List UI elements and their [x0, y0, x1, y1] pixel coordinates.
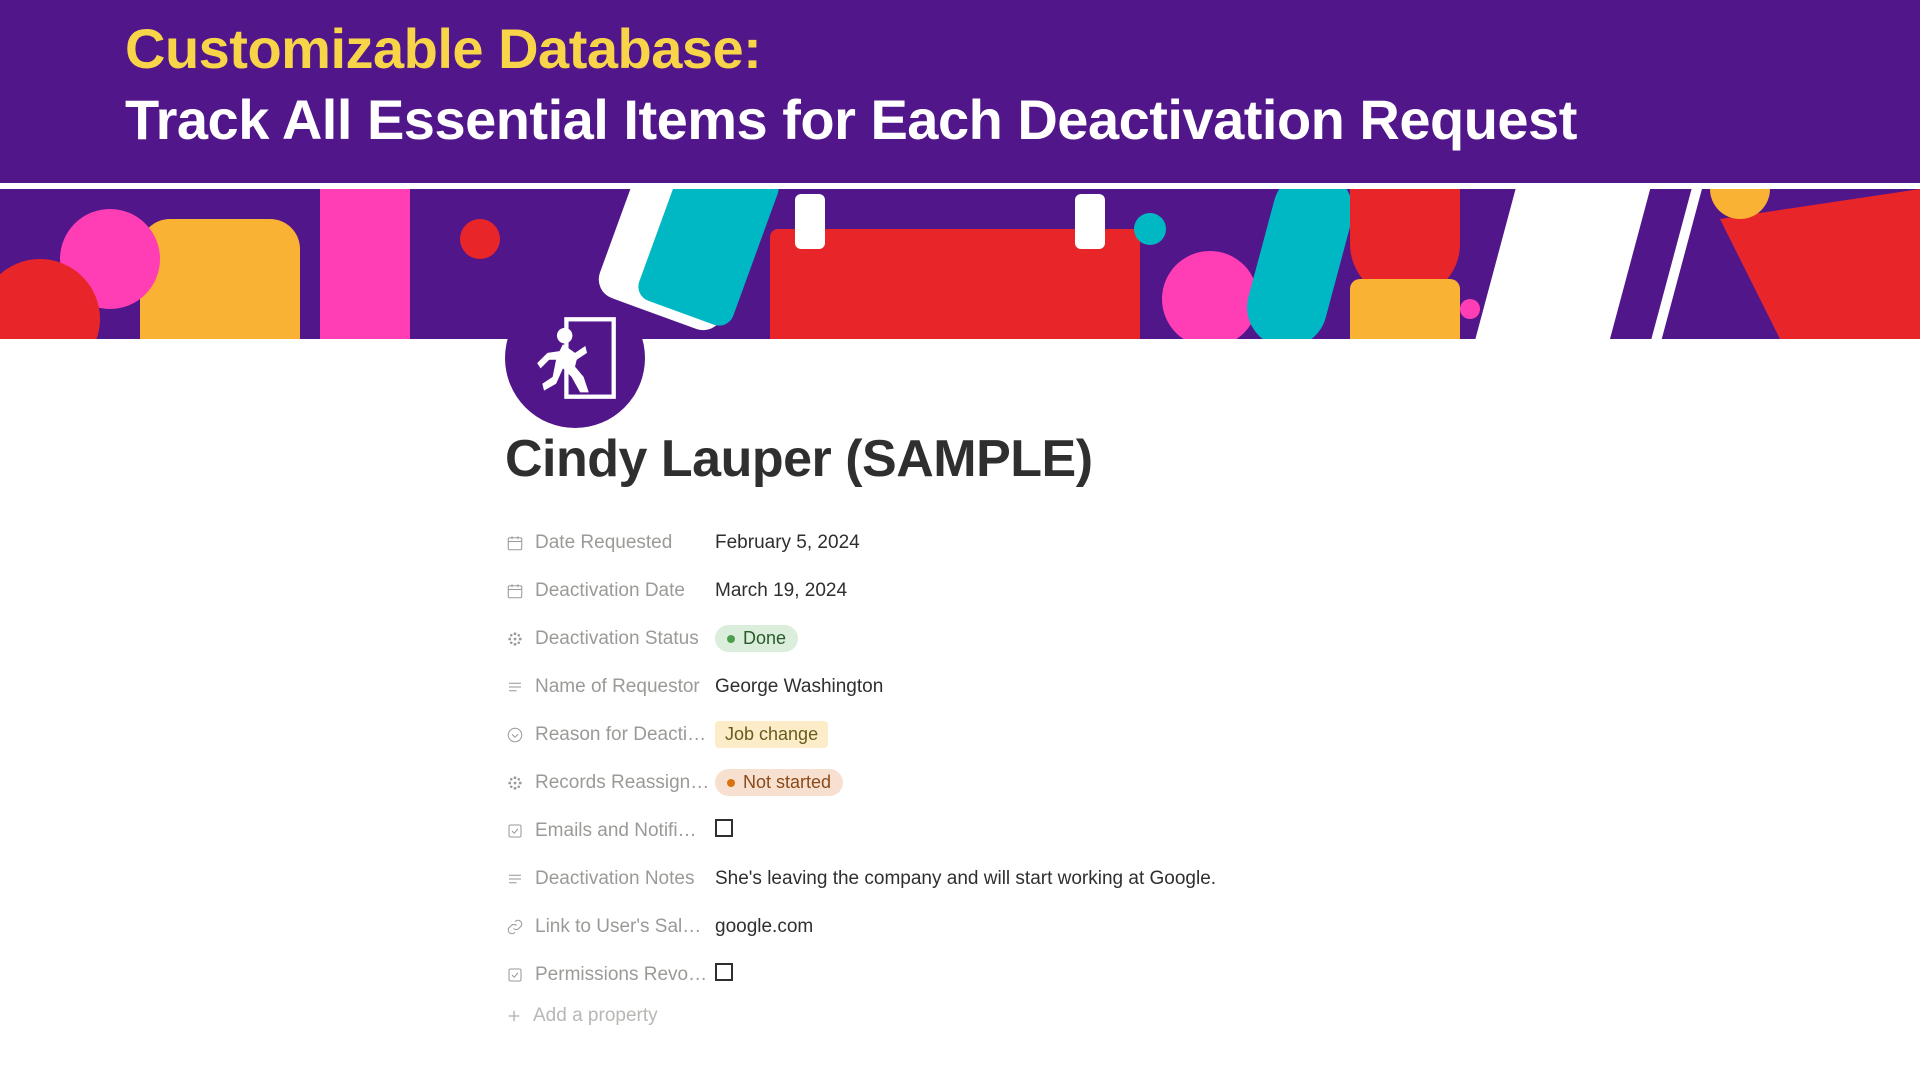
prop-name-of-requestor[interactable]: Name of Requestor George Washington — [505, 663, 1920, 711]
prop-value[interactable]: February 5, 2024 — [715, 532, 860, 554]
text-icon — [505, 869, 525, 889]
prop-value[interactable]: She's leaving the company and will start… — [715, 868, 1216, 890]
prop-label: Deactivation Notes — [535, 868, 694, 890]
status-pill-not-started: Not started — [715, 769, 843, 796]
tag-job-change: Job change — [715, 721, 828, 748]
prop-label: Permissions Revo… — [535, 964, 707, 986]
checkbox-icon — [505, 821, 525, 841]
link-icon — [505, 917, 525, 937]
prop-reason-for-deactivation[interactable]: Reason for Deacti… Job change — [505, 711, 1920, 759]
cover-image — [0, 189, 1920, 339]
prop-value[interactable] — [715, 819, 733, 843]
hero-title: Customizable Database: — [125, 18, 1920, 80]
prop-records-reassigned[interactable]: Records Reassign… Not started — [505, 759, 1920, 807]
page-title: Cindy Lauper (SAMPLE) — [505, 429, 1920, 489]
prop-label: Records Reassign… — [535, 772, 709, 794]
prop-label: Name of Requestor — [535, 676, 700, 698]
add-property-button[interactable]: Add a property — [505, 1005, 1920, 1027]
prop-value[interactable]: Not started — [715, 769, 843, 796]
prop-label: Reason for Deacti… — [535, 724, 706, 746]
calendar-icon — [505, 581, 525, 601]
prop-permissions-revoked[interactable]: Permissions Revo… — [505, 951, 1920, 999]
prop-date-requested[interactable]: Date Requested February 5, 2024 — [505, 519, 1920, 567]
prop-value[interactable]: google.com — [715, 916, 813, 938]
page-content: Cindy Lauper (SAMPLE) Date Requested Feb… — [0, 339, 1920, 1027]
hero-subtitle: Track All Essential Items for Each Deact… — [125, 86, 1920, 153]
checkbox-icon — [505, 965, 525, 985]
prop-deactivation-status[interactable]: Deactivation Status Done — [505, 615, 1920, 663]
status-icon — [505, 773, 525, 793]
prop-label: Deactivation Date — [535, 580, 685, 602]
hero-banner: Customizable Database: Track All Essenti… — [0, 0, 1920, 183]
prop-deactivation-notes[interactable]: Deactivation Notes She's leaving the com… — [505, 855, 1920, 903]
prop-label: Deactivation Status — [535, 628, 699, 650]
add-property-label: Add a property — [533, 1005, 658, 1027]
prop-label: Link to User's Sal… — [535, 916, 701, 938]
prop-value[interactable]: George Washington — [715, 676, 883, 698]
prop-label: Emails and Notifi… — [535, 820, 697, 842]
prop-label: Date Requested — [535, 532, 672, 554]
page-icon-exit — [505, 288, 645, 428]
prop-deactivation-date[interactable]: Deactivation Date March 19, 2024 — [505, 567, 1920, 615]
prop-emails-notifications[interactable]: Emails and Notifi… — [505, 807, 1920, 855]
prop-value[interactable]: March 19, 2024 — [715, 580, 847, 602]
status-pill-done: Done — [715, 625, 798, 652]
select-icon — [505, 725, 525, 745]
prop-value[interactable]: Job change — [715, 721, 828, 748]
text-icon — [505, 677, 525, 697]
prop-value[interactable] — [715, 963, 733, 987]
prop-value[interactable]: Done — [715, 625, 798, 652]
checkbox-unchecked[interactable] — [715, 819, 733, 837]
status-icon — [505, 629, 525, 649]
prop-link-salesforce[interactable]: Link to User's Sal… google.com — [505, 903, 1920, 951]
calendar-icon — [505, 533, 525, 553]
checkbox-unchecked[interactable] — [715, 963, 733, 981]
